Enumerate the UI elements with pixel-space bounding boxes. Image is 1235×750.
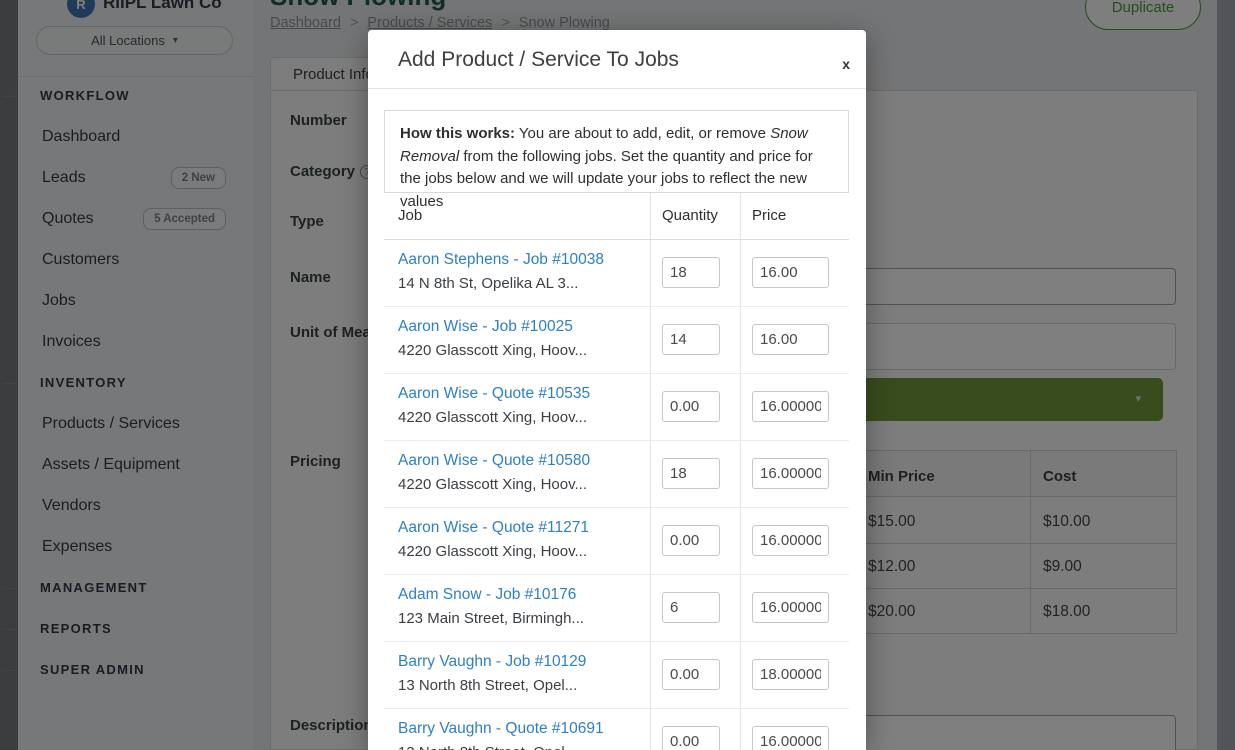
job-row: Aaron Wise - Quote #10580 4220 Glasscott … bbox=[384, 441, 849, 508]
price-input[interactable] bbox=[752, 324, 829, 355]
close-icon[interactable]: x bbox=[842, 56, 850, 72]
job-link[interactable]: Barry Vaughn - Quote #10691 bbox=[398, 720, 604, 738]
price-input[interactable] bbox=[752, 726, 829, 750]
job-link[interactable]: Aaron Wise - Quote #10535 bbox=[398, 385, 590, 403]
job-column-header: Job bbox=[398, 207, 422, 224]
quantity-input[interactable] bbox=[662, 525, 720, 556]
price-input[interactable] bbox=[752, 458, 829, 489]
job-address: 13 North 8th Street, Opel... bbox=[398, 744, 577, 750]
how-this-works-note: How this works: You are about to add, ed… bbox=[384, 110, 849, 193]
quantity-input[interactable] bbox=[662, 458, 720, 489]
job-row: Aaron Stephens - Job #10038 14 N 8th St, … bbox=[384, 240, 849, 307]
quantity-input[interactable] bbox=[662, 324, 720, 355]
quantity-input[interactable] bbox=[662, 391, 720, 422]
quantity-input[interactable] bbox=[662, 592, 720, 623]
modal-header-divider bbox=[368, 88, 866, 89]
job-row: Aaron Wise - Quote #10535 4220 Glasscott … bbox=[384, 374, 849, 441]
jobs-table-header: Job Quantity Price bbox=[384, 193, 849, 240]
price-input[interactable] bbox=[752, 257, 829, 288]
job-address: 4220 Glasscott Xing, Hoov... bbox=[398, 476, 587, 493]
quantity-input[interactable] bbox=[662, 726, 720, 750]
jobs-table: Job Quantity Price Aaron Stephens - Job … bbox=[384, 193, 849, 750]
job-link[interactable]: Barry Vaughn - Job #10129 bbox=[398, 653, 586, 671]
price-input[interactable] bbox=[752, 525, 829, 556]
job-address: 14 N 8th St, Opelika AL 3... bbox=[398, 275, 578, 292]
job-link[interactable]: Aaron Stephens - Job #10038 bbox=[398, 251, 604, 269]
job-row: Barry Vaughn - Job #10129 13 North 8th St… bbox=[384, 642, 849, 709]
job-address: 13 North 8th Street, Opel... bbox=[398, 677, 577, 694]
add-product-service-modal: Add Product / Service To Jobs x How this… bbox=[368, 30, 866, 750]
job-row: Barry Vaughn - Quote #10691 13 North 8th … bbox=[384, 709, 849, 750]
price-column-header: Price bbox=[752, 207, 786, 224]
job-link[interactable]: Aaron Wise - Job #10025 bbox=[398, 318, 573, 336]
job-row: Aaron Wise - Quote #11271 4220 Glasscott … bbox=[384, 508, 849, 575]
job-link[interactable]: Aaron Wise - Quote #11271 bbox=[398, 519, 589, 537]
job-address: 123 Main Street, Birmingh... bbox=[398, 610, 584, 627]
quantity-input[interactable] bbox=[662, 659, 720, 690]
quantity-input[interactable] bbox=[662, 257, 720, 288]
job-row: Adam Snow - Job #10176 123 Main Street, B… bbox=[384, 575, 849, 642]
price-input[interactable] bbox=[752, 391, 829, 422]
job-address: 4220 Glasscott Xing, Hoov... bbox=[398, 409, 587, 426]
price-input[interactable] bbox=[752, 659, 829, 690]
job-row: Aaron Wise - Job #10025 4220 Glasscott Xi… bbox=[384, 307, 849, 374]
job-address: 4220 Glasscott Xing, Hoov... bbox=[398, 543, 587, 560]
quantity-column-header: Quantity bbox=[662, 207, 718, 224]
modal-title: Add Product / Service To Jobs bbox=[398, 48, 679, 72]
job-address: 4220 Glasscott Xing, Hoov... bbox=[398, 342, 587, 359]
job-link[interactable]: Adam Snow - Job #10176 bbox=[398, 586, 576, 604]
price-input[interactable] bbox=[752, 592, 829, 623]
job-link[interactable]: Aaron Wise - Quote #10580 bbox=[398, 452, 590, 470]
